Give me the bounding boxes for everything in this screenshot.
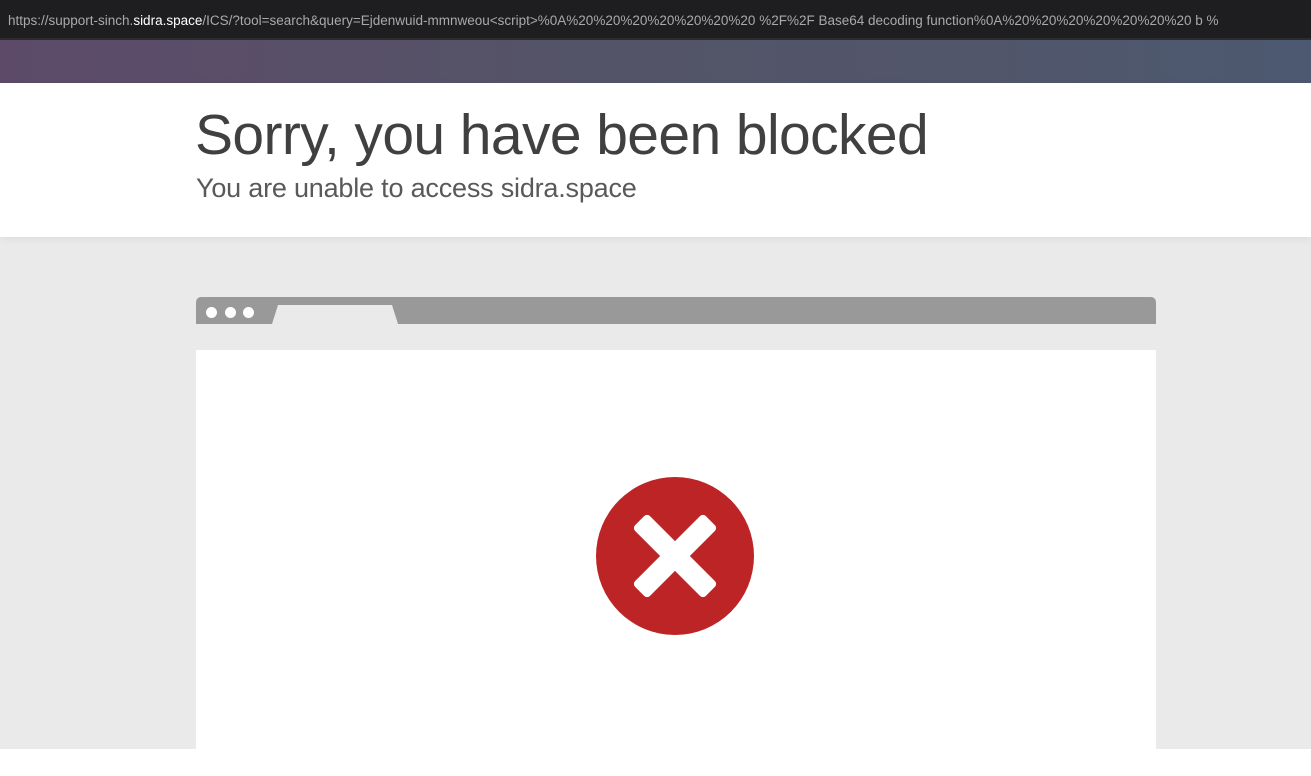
browser-frame-toolbar [196, 297, 1156, 324]
address-bar[interactable]: https://support-sinch.sidra.space/ICS/?t… [0, 0, 1311, 40]
close-circle-icon [596, 477, 754, 635]
window-dot-icon [243, 307, 254, 318]
page-bottom [0, 749, 1311, 776]
url-prefix: https://support-sinch. [8, 13, 134, 28]
window-dot-icon [206, 307, 217, 318]
page-title: Sorry, you have been blocked [195, 103, 929, 167]
window-dot-icon [225, 307, 236, 318]
page-subtitle: You are unable to access sidra.space [196, 173, 637, 203]
page-top-banner [0, 40, 1311, 83]
block-header: Sorry, you have been blocked You are una… [0, 83, 1311, 237]
url-host: sidra.space [133, 13, 203, 28]
url-suffix: /ICS/?tool=search&query=Ejdenwuid-mmnweo… [202, 13, 1219, 28]
browser-frame-body [196, 350, 1156, 749]
browser-tab-icon [272, 305, 398, 324]
url-text[interactable]: https://support-sinch.sidra.space/ICS/?t… [8, 13, 1308, 29]
